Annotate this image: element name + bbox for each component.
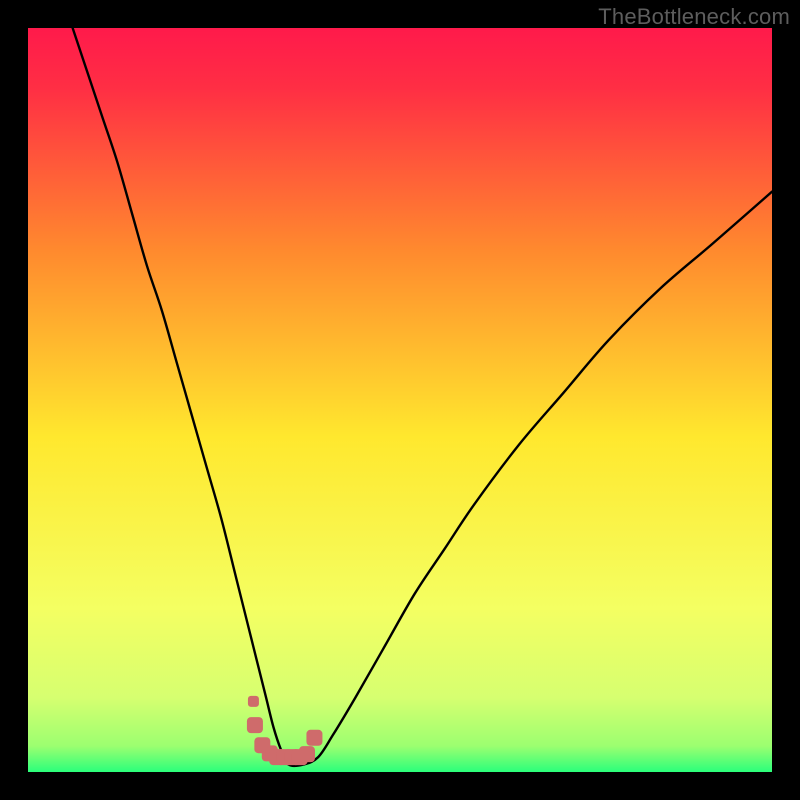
optimal-marker <box>306 730 322 746</box>
marker-dot <box>248 696 259 707</box>
chart-svg <box>28 28 772 772</box>
gradient-background <box>28 28 772 772</box>
plot-area <box>28 28 772 772</box>
watermark-text: TheBottleneck.com <box>598 4 790 30</box>
optimal-marker <box>299 746 315 762</box>
chart-frame: TheBottleneck.com <box>0 0 800 800</box>
optimal-marker <box>247 717 263 733</box>
